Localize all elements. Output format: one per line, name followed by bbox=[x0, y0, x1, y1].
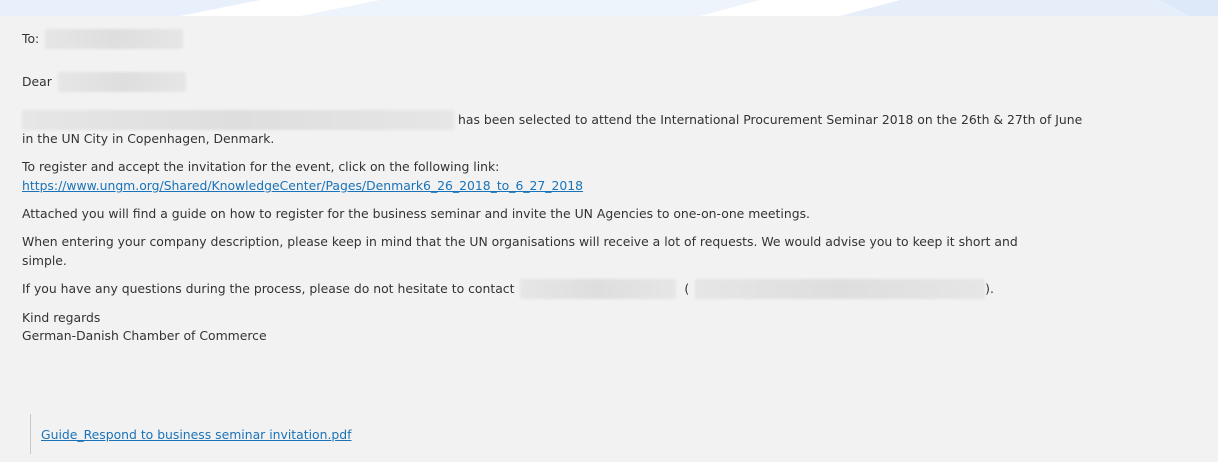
description-line-1: When entering your company description, … bbox=[22, 234, 1018, 249]
attachment-link[interactable]: Guide_Respond to business seminar invita… bbox=[41, 427, 352, 442]
greeting-text: Dear bbox=[22, 74, 52, 89]
selection-line-2: in the UN City in Copenhagen, Denmark. bbox=[22, 131, 275, 146]
paren-open: ( bbox=[684, 281, 690, 296]
register-text: To register and accept the invitation fo… bbox=[22, 159, 500, 174]
paren-close: ). bbox=[985, 281, 994, 296]
redacted-contact-name bbox=[520, 279, 677, 299]
attachment-item: Guide_Respond to business seminar invita… bbox=[30, 414, 352, 454]
selection-line-1: has been selected to attend the Internat… bbox=[22, 110, 1082, 130]
greeting-line: Dear bbox=[22, 72, 186, 92]
register-link[interactable]: https://www.ungm.org/Shared/KnowledgeCen… bbox=[22, 178, 583, 193]
redacted-recipient bbox=[45, 29, 184, 49]
questions-text: If you have any questions during the pro… bbox=[22, 281, 515, 296]
questions-line: If you have any questions during the pro… bbox=[22, 279, 994, 299]
email-body: To: Dear has been selected to attend the… bbox=[0, 16, 1218, 462]
description-line-2: simple. bbox=[22, 253, 67, 268]
selection-text: has been selected to attend the Internat… bbox=[458, 112, 1083, 127]
closing-text: Kind regards bbox=[22, 310, 101, 325]
redacted-company bbox=[22, 110, 454, 130]
to-label: To: bbox=[22, 31, 40, 46]
redacted-contact-email bbox=[695, 279, 986, 299]
to-line: To: bbox=[22, 29, 184, 49]
register-link-line: https://www.ungm.org/Shared/KnowledgeCen… bbox=[22, 176, 583, 196]
redacted-name bbox=[57, 72, 186, 92]
signature-text: German-Danish Chamber of Commerce bbox=[22, 328, 267, 343]
attached-text: Attached you will find a guide on how to… bbox=[22, 206, 810, 221]
